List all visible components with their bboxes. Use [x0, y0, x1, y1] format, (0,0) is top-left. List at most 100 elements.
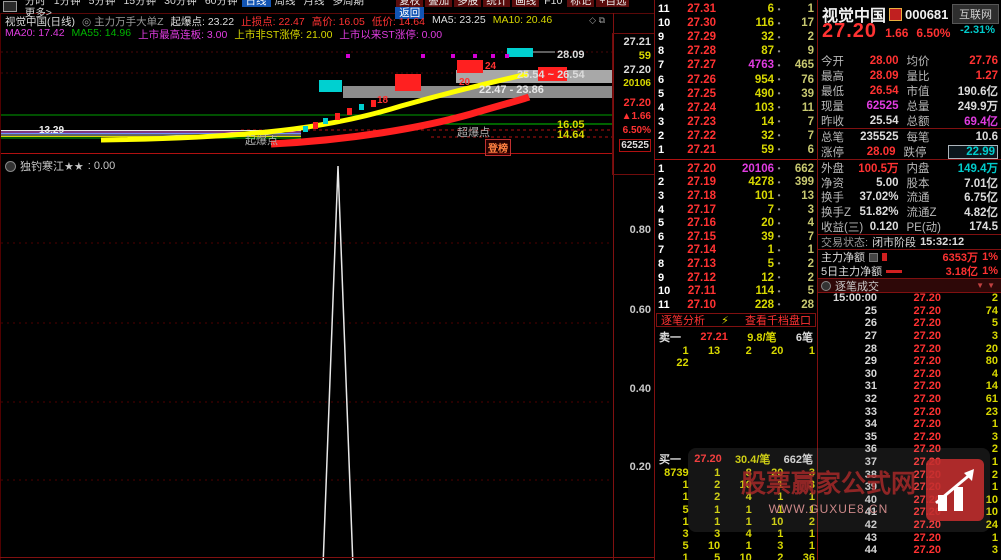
sell-order-row[interactable]: 2 27.22 32 • 7 — [655, 129, 817, 143]
menu-item-tool[interactable]: 复权 — [396, 0, 423, 7]
buy-order-row[interactable]: 1 27.20 20106 • 662 — [655, 162, 817, 176]
menu-item-period[interactable]: 多周期 — [329, 0, 369, 7]
tick-price: 27.20 — [877, 368, 941, 380]
marker-18: 18 — [377, 95, 388, 106]
watermark-logo-icon — [926, 459, 984, 521]
stat-value: 249.9万 — [951, 98, 999, 114]
menu-item-tool[interactable]: 多股 — [454, 0, 481, 7]
sell-order-row[interactable]: 1 27.21 59 • 6 — [655, 143, 817, 157]
order-level: 5 — [658, 217, 673, 229]
order-volume: 14 — [716, 116, 774, 128]
sell-order-row[interactable]: 11 27.31 6 • 1 — [655, 2, 817, 16]
dot-icon: • — [774, 232, 784, 241]
buy-order-row[interactable]: 5 27.16 20 • 4 — [655, 216, 817, 230]
stat-value: 0.120 — [851, 221, 899, 233]
sell-one-label: 卖一 — [659, 329, 681, 345]
sell-order-row[interactable]: 4 27.24 103 • 11 — [655, 101, 817, 115]
sell-order-row[interactable]: 9 27.29 32 • 2 — [655, 30, 817, 44]
dot-icon: • — [774, 75, 784, 84]
tick-trades-header[interactable]: 逐笔成交 ▼▼ — [818, 278, 1001, 293]
chart-header-item: 上市非ST涨停: 21.00 — [234, 27, 332, 42]
stats-row: 净资 5.00 股本 7.01亿 — [818, 175, 1001, 190]
indicator-chart-canvas[interactable] — [1, 163, 612, 560]
tick-volume: 80 — [941, 355, 998, 367]
tick-time: 35 — [821, 431, 877, 443]
stats-row: 换手Z 51.82% 流通Z 4.82亿 — [818, 205, 1001, 220]
order-level: 9 — [658, 31, 673, 43]
menu-item-tool[interactable]: F10 — [540, 0, 566, 7]
menu-item-period[interactable]: 周线 — [271, 0, 300, 7]
menu-item-tool[interactable]: 标记 — [567, 0, 594, 7]
menu-item-tool[interactable]: 统计 — [483, 0, 510, 7]
last-price: 27.20 — [623, 97, 651, 109]
indicator-label[interactable]: 独钓寒江★★ : 0.00 — [5, 158, 115, 174]
order-volume: 490 — [716, 88, 774, 100]
menu-item-period[interactable]: 1分钟 — [50, 0, 85, 7]
order-count: 2 — [784, 272, 814, 284]
buy-order-row[interactable]: 10 27.11 114 • 5 — [655, 284, 817, 298]
stock-logo-icon — [889, 8, 902, 21]
menu-item-period[interactable]: 60分钟 — [201, 0, 242, 7]
dot-icon: • — [774, 33, 784, 42]
view-depth-link[interactable]: 查看千档盘口 — [745, 312, 811, 328]
app-window-icon[interactable] — [3, 1, 17, 12]
buy-order-row[interactable]: 2 27.19 4278 • 399 — [655, 176, 817, 190]
sell-order-row[interactable]: 10 27.30 116 • 17 — [655, 16, 817, 30]
menu-item-tool[interactable]: 叠加 — [425, 0, 452, 7]
stats-row: 涨停 28.09 跌停 22.99 — [818, 144, 1001, 160]
order-price: 27.26 — [673, 74, 716, 86]
order-volume: 59 — [716, 144, 774, 156]
buy-order-row[interactable]: 3 27.18 101 • 13 — [655, 189, 817, 203]
chart-header-item: 上市最高连板: 3.00 — [138, 27, 227, 42]
stat-label: 量比 — [899, 68, 951, 84]
sell-order-row[interactable]: 3 27.23 14 • 7 — [655, 115, 817, 129]
stock-change-pct: 6.50% — [916, 26, 950, 40]
stat-label: 流通 — [899, 189, 951, 205]
stat-value: 28.09 — [851, 70, 899, 82]
buy-order-row[interactable]: 8 27.13 5 • 2 — [655, 257, 817, 271]
tick-price: 27.20 — [877, 355, 941, 367]
sell-one-price: 27.21 — [700, 331, 728, 343]
menu-item-period[interactable]: 15分钟 — [119, 0, 160, 7]
sell-one-summary[interactable]: 卖一 27.21 9.8/笔 6笔 — [655, 330, 817, 343]
filter-icons[interactable]: ▼▼ — [976, 281, 998, 290]
dot-icon: • — [774, 300, 784, 309]
orders-grid-row: 1 13 2 20 1 — [657, 345, 815, 357]
tick-analysis-bar: 逐笔分析 ⚡ 查看千档盘口 — [656, 313, 816, 327]
sell-order-row[interactable]: 8 27.28 87 • 9 — [655, 44, 817, 58]
menu-item-period[interactable]: 日线 — [242, 0, 271, 7]
menu-item-period[interactable]: 30分钟 — [160, 0, 201, 7]
main-flow-5d-row[interactable]: 5日主力净额 3.18亿 1% — [818, 264, 1001, 278]
order-price: 27.24 — [673, 102, 716, 114]
industry-button[interactable]: 互联网 — [952, 4, 999, 24]
sell-order-row[interactable]: 5 27.25 490 • 39 — [655, 87, 817, 101]
trade-status-row: 交易状态: 闭市阶段 15:32:12 — [818, 234, 1001, 250]
sell-order-row[interactable]: 7 27.27 4763 • 465 — [655, 58, 817, 72]
order-level: 3 — [658, 190, 673, 202]
dot-icon: • — [774, 103, 784, 112]
tick-analysis-link[interactable]: 逐笔分析 — [661, 312, 705, 328]
buy-order-row[interactable]: 4 27.17 7 • 3 — [655, 203, 817, 217]
stat-label: 每笔 — [899, 129, 951, 145]
buy-order-row[interactable]: 11 27.10 228 • 28 — [655, 298, 817, 312]
stat-value: 4.82亿 — [951, 204, 999, 220]
buy-order-row[interactable]: 6 27.15 39 • 7 — [655, 230, 817, 244]
menu-item-tool[interactable]: 画线 — [512, 0, 539, 7]
bid1-volume: 20106 — [623, 78, 651, 89]
stat-value: 174.5 — [951, 221, 999, 233]
menu-item-period[interactable]: 月线 — [300, 0, 329, 7]
chart-tool-icons[interactable]: ◇ ⧉ — [589, 15, 605, 26]
tick-price: 27.20 — [877, 380, 941, 392]
menu-item-tool[interactable]: +自选 — [596, 0, 629, 7]
order-price: 27.27 — [673, 59, 716, 71]
buy-order-row[interactable]: 9 27.12 12 • 2 — [655, 271, 817, 285]
watermark: 股票赢家公式网 WWW.GUXUE8.CN — [688, 448, 990, 532]
tick-trade-row: 32 27.20 61 — [818, 393, 1001, 406]
tick-trade-row: 43 27.20 1 — [818, 531, 1001, 544]
menu-item-period[interactable]: 分时 — [21, 0, 50, 7]
menu-item-period[interactable]: 5分钟 — [85, 0, 120, 7]
main-flow-row[interactable]: 主力净额 6353万 1% — [818, 250, 1001, 264]
buy-order-row[interactable]: 7 27.14 1 • 1 — [655, 244, 817, 258]
main-chart-canvas[interactable] — [1, 40, 612, 153]
sell-order-row[interactable]: 6 27.26 954 • 76 — [655, 72, 817, 86]
